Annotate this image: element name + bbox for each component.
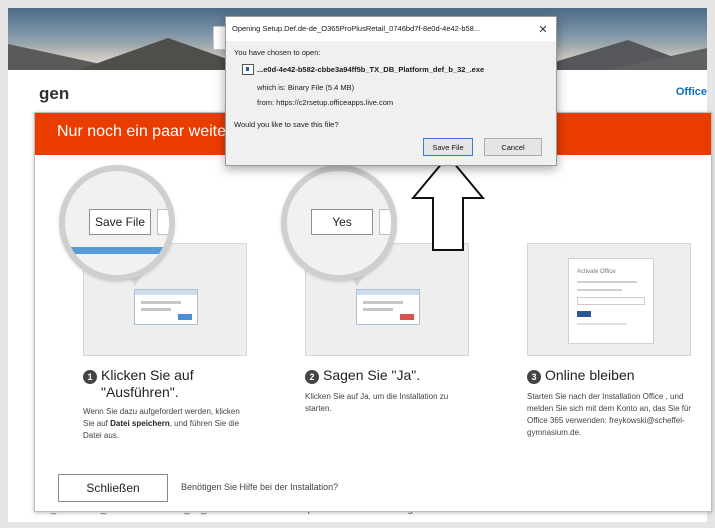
close-button[interactable]: Schließen	[58, 474, 168, 502]
activate-office-card: Activate Office	[568, 258, 654, 344]
download-dialog-title: Opening Setup.Def.de-de_O365ProPlusRetai…	[232, 24, 481, 33]
zoom-magnifier: Save File	[59, 165, 175, 281]
download-dialog-titlebar: Opening Setup.Def.de-de_O365ProPlusRetai…	[226, 17, 556, 41]
up-arrow-icon	[411, 154, 485, 251]
step3-description: Starten Sie nach der Installation Office…	[527, 392, 692, 437]
mountain-shape	[608, 48, 707, 70]
save-file-button[interactable]: Save File	[423, 138, 473, 156]
step2-title: Sagen Sie "Ja".	[323, 367, 421, 383]
install-dialog-title: Nur noch ein paar weite	[57, 123, 226, 140]
zoom-magnifier: Yes	[281, 165, 397, 281]
step-number-badge: 3	[527, 370, 541, 384]
file-icon	[242, 64, 254, 75]
file-name: ...e0d-4e42-b582-cbbe3a94ff5b_TX_DB_Plat…	[257, 65, 485, 74]
office-link[interactable]: Office	[676, 86, 707, 98]
install-dialog: Nur noch ein paar weite Save File 1 Klic…	[34, 112, 712, 512]
step2-description: Klicken Sie auf Ja, um die Installation …	[305, 392, 449, 413]
mini-window	[134, 289, 198, 325]
step-number-badge: 1	[83, 370, 97, 384]
activate-card-title: Activate Office	[577, 269, 616, 275]
progress-bar	[65, 247, 169, 254]
step-number-badge: 2	[305, 370, 319, 384]
mini-window	[356, 289, 420, 325]
download-dialog: Opening Setup.Def.de-de_O365ProPlusRetai…	[225, 16, 557, 166]
zoom-save-file-button: Save File	[89, 209, 151, 235]
close-icon[interactable]: ✕	[536, 22, 550, 36]
step3-title: Online bleiben	[545, 367, 635, 383]
zoom-yes-button: Yes	[311, 209, 373, 235]
step1-title: Klicken Sie auf "Ausführen".	[101, 367, 194, 400]
chosen-label: You have chosen to open:	[234, 48, 321, 57]
file-source: from: https://c2rsetup.officeapps.live.c…	[257, 98, 394, 107]
file-type: which is: Binary File (5.4 MB)	[257, 83, 355, 92]
step3-illustration: Activate Office	[527, 243, 691, 356]
step1-description: Wenn Sie dazu aufgefordert werden, klick…	[83, 407, 240, 440]
cancel-button[interactable]: Cancel	[484, 138, 542, 156]
help-link[interactable]: Benötigen Sie Hilfe bei der Installation…	[181, 482, 338, 492]
page-title: gen	[39, 84, 70, 103]
save-question: Would you like to save this file?	[234, 120, 339, 129]
